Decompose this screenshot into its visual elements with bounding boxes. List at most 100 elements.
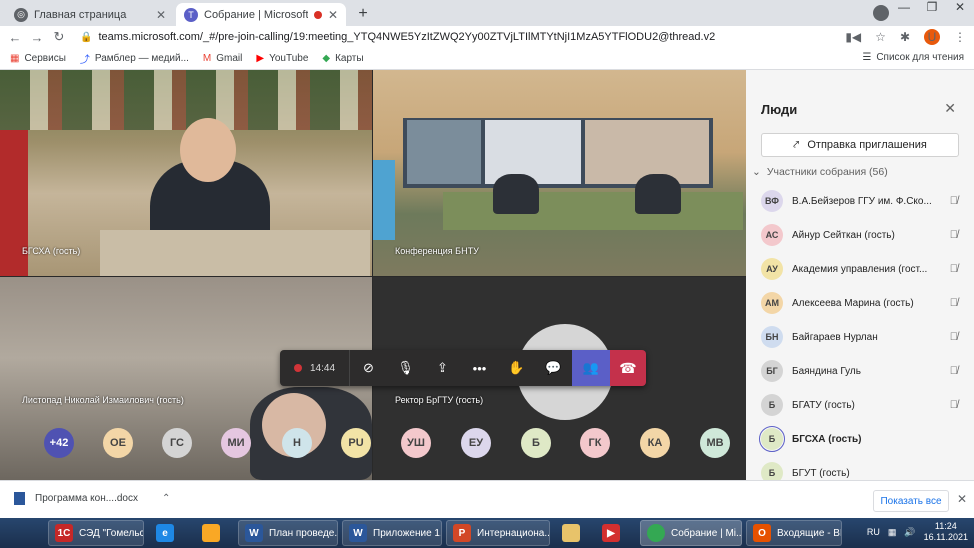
chat-button[interactable]: 💬 [535,350,572,386]
participant-name: Академия управления (гост... [792,263,928,275]
taskbar-app[interactable]: P Интернациона... [446,520,550,546]
close-download-bar-icon[interactable]: ✕ [957,492,967,506]
download-item[interactable]: Программа кон....docx ⌃ [14,492,170,505]
overflow-count-avatar[interactable]: +42 [44,428,74,458]
taskbar-app[interactable]: e [150,520,186,546]
tab-close-icon[interactable]: ✕ [328,8,338,22]
taskbar-app[interactable]: Собрание | Mi... [640,520,742,546]
reading-list-icon: ☰ [862,52,872,63]
presenter-image [493,174,539,214]
participant-avatar: АУ [761,258,783,280]
volume-icon[interactable]: 🔊 [904,527,915,538]
bookmark-gmail[interactable]: M Gmail [203,53,242,64]
share-screen-button[interactable]: ⇪ [424,350,461,386]
address-bar[interactable]: teams.microsoft.com/_#/pre-join-calling/… [98,31,838,43]
participant-avatar[interactable]: PU [341,428,371,458]
taskbar-app[interactable]: W Приложение 1... [342,520,442,546]
mic-off-button[interactable]: 🎙 [387,350,424,386]
tab-title: Главная страница [34,8,127,21]
participant-avatar[interactable]: ЕУ [461,428,491,458]
ie-icon: e [156,524,174,542]
taskbar-app[interactable]: 1С СЭД "Гомельс... [48,520,144,546]
clock[interactable]: 11:24 16.11.2021 [924,521,968,543]
taskbar-app[interactable]: ▶ [596,520,632,546]
participant-avatar[interactable]: КА [640,428,670,458]
lock-icon[interactable]: 🔒 [80,32,92,43]
extensions-icon[interactable]: ✱ [900,30,910,44]
close-panel-icon[interactable]: ✕ [944,100,956,117]
hang-up-button[interactable]: ☎ [610,350,646,386]
participant-avatar[interactable]: ГК [580,428,610,458]
tile-label: БГСХА (гость) [22,246,81,256]
timer-value: 14:44 [309,362,336,374]
chevron-up-icon[interactable]: ⌃ [162,493,170,504]
mic-off-icon: 🎙 [397,360,414,375]
participant-avatar[interactable]: МВ [700,428,730,458]
reload-icon[interactable]: ↻ [48,29,70,45]
video-tile-bntu[interactable]: Конференция БНТУ [373,70,746,276]
participant-row[interactable]: Б БГАТУ (гость) 🎙̸ [746,388,974,422]
tab-close-icon[interactable]: ✕ [156,8,166,22]
participant-avatar[interactable]: МИ [221,428,251,458]
participant-avatar[interactable]: ОЕ [103,428,133,458]
bookmark-youtube[interactable]: ▶ YouTube [256,53,308,64]
people-button[interactable]: 👥 [572,350,610,386]
maps-icon: ◆ [322,53,331,64]
minimize-icon[interactable]: — [890,0,918,20]
new-tab-button[interactable]: + [352,4,374,24]
network-icon[interactable]: ▦ [888,527,897,538]
participants-section-header[interactable]: ⌄ Участники собрания (56) [752,166,888,178]
participant-row[interactable]: АУ Академия управления (гост... 🎙̸ [746,252,974,286]
back-icon[interactable]: ← [4,30,26,45]
mic-muted-icon: 🎙̸ [949,365,958,377]
profile-indicator-icon[interactable] [873,5,889,21]
participant-avatar[interactable]: УШ [401,428,431,458]
tab-teams[interactable]: T Собрание | Microsoft Teams ✕ [176,3,346,26]
bookmark-label: Карты [335,53,364,64]
raise-hand-button[interactable]: ✋ [498,350,535,386]
call-timer: 14:44 [280,350,350,386]
participant-row[interactable]: БГ Баяндина Гуль 🎙̸ [746,354,974,388]
section-label: Участники собрания (56) [766,166,888,178]
desk-image [100,230,370,276]
maximize-icon[interactable]: ❐ [918,0,946,20]
bookmark-rambler[interactable]: ⤴ Рамблер — медий... [80,51,189,66]
taskbar-app[interactable]: O Входящие - ВЕ... [746,520,842,546]
mic-muted-icon: 🎙̸ [949,297,958,309]
forward-icon[interactable]: → [26,30,48,45]
participant-row[interactable]: АМ Алексеева Марина (гость) 🎙̸ [746,286,974,320]
window-controls: — ❐ ✕ [890,0,974,20]
participant-avatar[interactable]: ГС [162,428,192,458]
taskbar-app[interactable]: W План проведе... [238,520,338,546]
participant-name: Баяндина Гуль [792,365,861,377]
participant-row[interactable]: АС Айнур Сейткан (гость) 🎙̸ [746,218,974,252]
participant-row[interactable]: БН Байгараев Нурлан 🎙̸ [746,320,974,354]
taskbar-app[interactable] [196,520,232,546]
panel-title: Люди [761,102,798,117]
participant-avatar: АС [761,224,783,246]
presidium-table-image [443,192,743,230]
participant-avatar[interactable]: Б [521,428,551,458]
language-indicator[interactable]: RU [867,527,880,537]
more-icon: ••• [472,360,487,376]
camera-blocked-icon[interactable]: ▮◀ [845,30,861,44]
tab-home[interactable]: ◎ Главная страница ✕ [6,3,174,26]
star-icon[interactable]: ☆ [875,30,886,44]
profile-avatar[interactable]: U [924,29,940,45]
camera-off-button[interactable]: ⊘ [350,350,387,386]
bookmark-maps[interactable]: ◆ Карты [322,53,363,64]
participant-avatar[interactable]: Н [282,428,312,458]
taskbar-app[interactable] [556,520,592,546]
menu-icon[interactable]: ⋮ [954,30,966,44]
more-actions-button[interactable]: ••• [461,350,498,386]
close-window-icon[interactable]: ✕ [946,0,974,20]
bookmarks-bar: ▦ Сервисы ⤴ Рамблер — медий... M Gmail ▶ You… [0,48,974,70]
invite-button[interactable]: ⤤ Отправка приглашения [761,133,959,157]
participant-row[interactable]: ВФ В.А.Бейзеров ГГУ им. Ф.Ско... 🎙̸ [746,184,974,218]
bookmark-services[interactable]: ▦ Сервисы [10,53,66,64]
tile-label: Листопад Николай Измаилович (гость) [22,395,184,405]
show-all-button[interactable]: Показать все [873,490,949,512]
participant-row[interactable]: Б БГСХА (гость) [746,422,974,456]
reading-list-button[interactable]: ☰ Список для чтения [862,52,964,63]
video-tile-bgsha[interactable]: БГСХА (гость) [0,70,372,276]
